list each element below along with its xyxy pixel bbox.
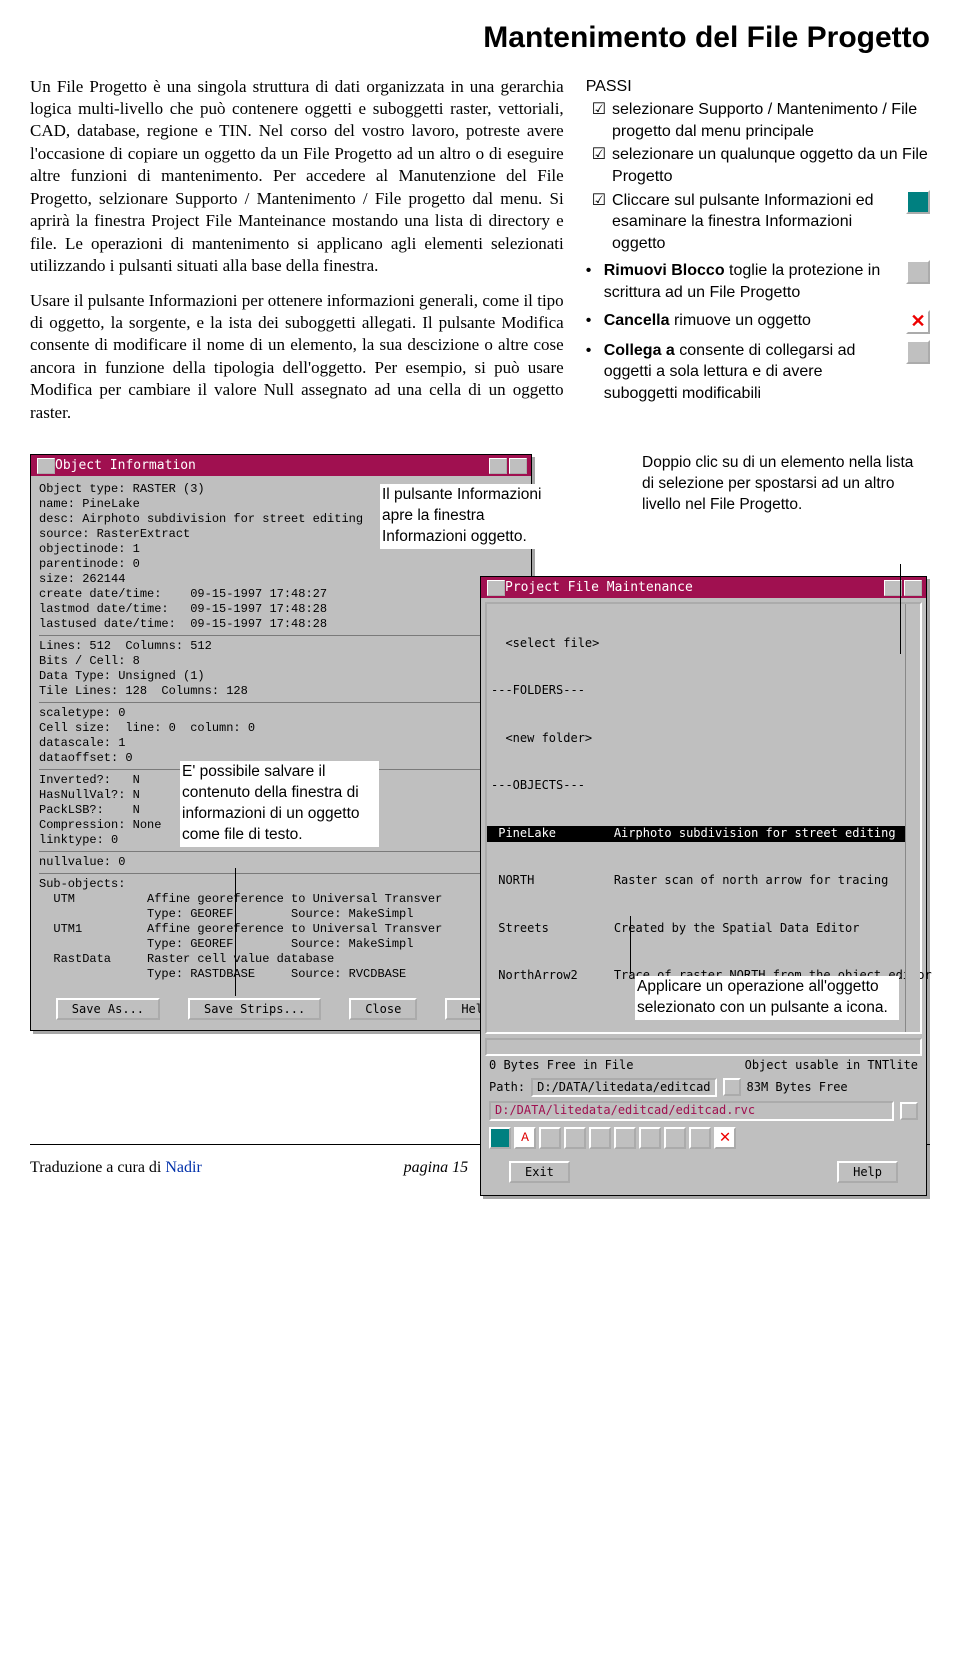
- bullet-2-text: rimuove un oggetto: [670, 312, 811, 329]
- list-item-selected[interactable]: PineLake Airphoto subdivision for street…: [487, 826, 920, 842]
- checkbox-icon: ☑: [592, 190, 606, 212]
- info-icon: [906, 190, 930, 214]
- pfm-object-list[interactable]: <select file> ---FOLDERS--- <new folder>…: [485, 602, 922, 1033]
- page-title: Mantenimento del File Progetto: [30, 18, 930, 58]
- project-file-maintenance-window: Project File Maintenance <select file> -…: [480, 576, 927, 1196]
- step-1: ☑ selezionare Supporto / Mantenimento / …: [592, 99, 930, 142]
- path-label: Path:: [489, 1080, 525, 1096]
- pfm-disk-free: 83M Bytes Free: [747, 1080, 848, 1096]
- paragraph-1: Un File Progetto è una singola struttura…: [30, 76, 564, 278]
- list-item: ---OBJECTS---: [487, 778, 920, 794]
- link-icon: [906, 340, 930, 364]
- delete-x-icon: ✕: [906, 310, 930, 334]
- path-field[interactable]: D:/DATA/litedata/editcad: [531, 1078, 716, 1098]
- icon-multi-1[interactable]: [539, 1127, 561, 1149]
- bullet-delete: • Cancella rimuove un oggetto ✕: [586, 310, 930, 334]
- step-3-text: Cliccare sul pulsante Informazioni ed es…: [612, 190, 900, 255]
- horizontal-scrollbar[interactable]: [485, 1038, 922, 1056]
- nadir-link[interactable]: Nadir: [165, 1159, 201, 1176]
- checkbox-icon: ☑: [592, 99, 606, 121]
- list-item: ---FOLDERS---: [487, 683, 920, 699]
- exit-button[interactable]: Exit: [509, 1161, 570, 1183]
- bullet-remove-block: • Rimuovi Blocco toglie la protezione in…: [586, 260, 930, 303]
- checkbox-icon: ☑: [592, 144, 606, 166]
- copy-icon[interactable]: [614, 1127, 636, 1149]
- oi-title: Object Information: [55, 457, 487, 474]
- list-item[interactable]: NORTH Raster scan of north arrow for tra…: [487, 873, 920, 889]
- step-1-text: selezionare Supporto / Mantenimento / Fi…: [612, 99, 930, 142]
- close-button[interactable]: Close: [349, 998, 417, 1020]
- pfm-bytes-free: 0 Bytes Free in File: [489, 1058, 634, 1074]
- link-icon[interactable]: [639, 1127, 661, 1149]
- bullet-1-bold: Rimuovi Blocco: [604, 262, 725, 279]
- steps-column: PASSI ☑ selezionare Supporto / Mantenime…: [586, 76, 930, 437]
- callout-double-click: Doppio clic su di un elemento nella list…: [640, 452, 924, 517]
- save-strips-button[interactable]: Save Strips...: [188, 998, 321, 1020]
- vertical-scrollbar[interactable]: [905, 604, 920, 1031]
- lock-icon[interactable]: [564, 1127, 586, 1149]
- translation-credit: Traduzione a cura di Nadir: [30, 1157, 202, 1178]
- list-item[interactable]: <select file>: [487, 636, 920, 652]
- save-as-button[interactable]: Save As...: [56, 998, 160, 1020]
- sysmenu-icon[interactable]: [487, 580, 505, 596]
- list-item[interactable]: Streets Created by the Spatial Data Edit…: [487, 921, 920, 937]
- maximize-icon[interactable]: [509, 458, 527, 474]
- pfm-object-usable: Object usable in TNTlite: [745, 1058, 918, 1074]
- paragraph-2: Usare il pulsante Informazioni per otten…: [30, 290, 564, 425]
- pfm-title: Project File Maintenance: [505, 579, 882, 596]
- callout-save-text: E' possibile salvare il contenuto della …: [180, 761, 379, 847]
- edit-icon[interactable]: A: [514, 1127, 536, 1149]
- pfm-toolbar: A ✕: [481, 1123, 926, 1153]
- lock-icon: [906, 260, 930, 284]
- step-2: ☑ selezionare un qualunque oggetto da un…: [592, 144, 930, 187]
- list-item[interactable]: <new folder>: [487, 731, 920, 747]
- file-browse-icon[interactable]: [900, 1102, 918, 1120]
- icon-multi-3[interactable]: [664, 1127, 686, 1149]
- steps-heading: PASSI: [586, 76, 930, 98]
- help-button[interactable]: Help: [837, 1161, 898, 1183]
- callout-info-button: Il pulsante Informazioni apre la finestr…: [380, 484, 574, 549]
- callout-icon-operation: Applicare un operazione all'oggetto sele…: [635, 976, 899, 1020]
- main-text-column: Un File Progetto è una singola struttura…: [30, 76, 564, 437]
- step-3: ☑ Cliccare sul pulsante Informazioni ed …: [592, 190, 930, 255]
- icon-multi-2[interactable]: [589, 1127, 611, 1149]
- bullet-3-bold: Collega a: [604, 342, 675, 359]
- bullet-link-to: • Collega a consente di collegarsi ad og…: [586, 340, 930, 405]
- step-2-text: selezionare un qualunque oggetto da un F…: [612, 144, 930, 187]
- delete-x-icon[interactable]: ✕: [714, 1127, 736, 1149]
- sysmenu-icon[interactable]: [37, 458, 55, 474]
- bullet-2-bold: Cancella: [604, 312, 670, 329]
- file-field[interactable]: D:/DATA/litedata/editcad/editcad.rvc: [489, 1101, 894, 1121]
- oi-body: Object type: RASTER (3) name: PineLake d…: [31, 476, 531, 990]
- icon-multi-4[interactable]: [689, 1127, 711, 1149]
- minimize-icon[interactable]: [489, 458, 507, 474]
- path-browse-icon[interactable]: [723, 1078, 741, 1096]
- maximize-icon[interactable]: [904, 580, 922, 596]
- page-number: pagina 15: [404, 1157, 468, 1178]
- info-icon[interactable]: [489, 1127, 511, 1149]
